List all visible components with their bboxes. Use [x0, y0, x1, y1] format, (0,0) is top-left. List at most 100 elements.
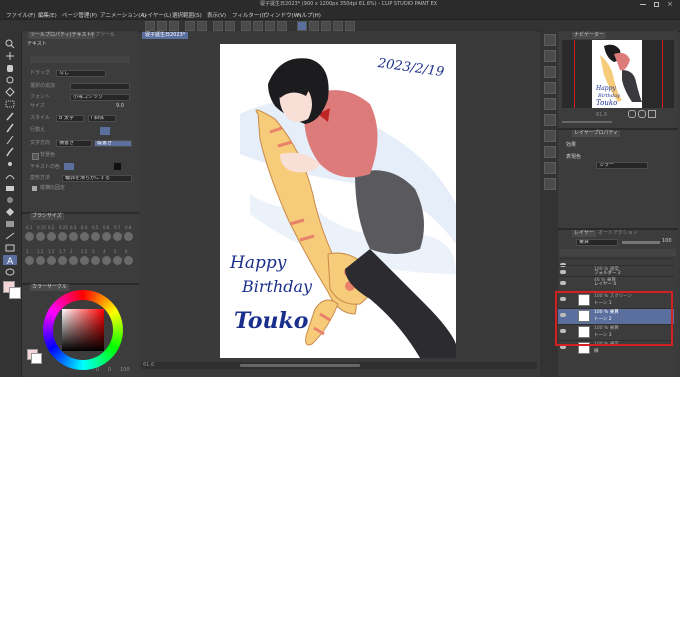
- frame-tool-icon[interactable]: [3, 243, 17, 253]
- navigator-zoom[interactable]: 61.6: [596, 112, 607, 119]
- eraser-tool-icon[interactable]: [3, 183, 17, 193]
- opacity-value[interactable]: 100: [662, 238, 672, 245]
- close-icon[interactable]: ×: [667, 0, 673, 8]
- layer-move-icon[interactable]: [3, 87, 17, 97]
- brush-size-preset[interactable]: [69, 232, 78, 241]
- brush-size-preset[interactable]: [36, 232, 45, 241]
- layer-row[interactable]: 100 % 通常 フォルダー 2: [558, 265, 674, 276]
- open-icon[interactable]: [157, 21, 167, 31]
- snap-ruler-icon[interactable]: [309, 21, 319, 31]
- text-color-swatch[interactable]: [64, 163, 74, 170]
- blend-mode-select[interactable]: 乗算: [576, 239, 618, 246]
- balloon-tool-icon[interactable]: [3, 267, 17, 277]
- color-set-icon[interactable]: [544, 82, 556, 94]
- zoom-out-icon[interactable]: [638, 110, 646, 118]
- brush-size-preset[interactable]: [80, 232, 89, 241]
- antialias-select[interactable]: 輪郭を滑らかにする: [62, 175, 132, 182]
- tab-subtool[interactable]: サブツール: [90, 32, 115, 39]
- rotate-tool-icon[interactable]: [3, 75, 17, 85]
- brush-size-preset[interactable]: [58, 256, 67, 265]
- history-icon[interactable]: [544, 66, 556, 78]
- brush-size-preset[interactable]: [36, 256, 45, 265]
- approximate-color-icon[interactable]: [544, 114, 556, 126]
- brush-size-preset[interactable]: [91, 232, 100, 241]
- clear-icon[interactable]: [213, 21, 223, 31]
- color-history-icon[interactable]: [544, 130, 556, 142]
- brush-size-preset[interactable]: [113, 232, 122, 241]
- fill-icon[interactable]: [225, 21, 235, 31]
- brush-size-preset[interactable]: [58, 232, 67, 241]
- select-tool-icon[interactable]: [3, 99, 17, 109]
- undo-icon[interactable]: [185, 21, 195, 31]
- deselect-icon[interactable]: [265, 21, 275, 31]
- gradient-tool-icon[interactable]: [3, 219, 17, 229]
- redo-icon[interactable]: [197, 21, 207, 31]
- brush-size-preset[interactable]: [102, 256, 111, 265]
- bold-button[interactable]: B 太字: [56, 115, 84, 122]
- animation-cels-icon[interactable]: [544, 178, 556, 190]
- visibility-eye-icon[interactable]: [560, 281, 566, 285]
- fixed-checkbox[interactable]: [32, 186, 37, 191]
- saturation-value-square[interactable]: [62, 309, 104, 351]
- navigator-thumbnail[interactable]: Happy Birthday Touko: [592, 40, 642, 108]
- fill-field[interactable]: [70, 83, 130, 90]
- sub-color-swatch[interactable]: [9, 287, 21, 299]
- tab-tool-property[interactable]: ツールプロパティ(テキスト): [28, 32, 96, 39]
- menu-animation[interactable]: アニメーション(A): [100, 11, 146, 19]
- canvas-tab[interactable]: 寝子誕生日2023*: [142, 32, 189, 39]
- fill-tool-icon[interactable]: [3, 207, 17, 217]
- font-select[interactable]: 小塚ゴシック: [70, 94, 130, 101]
- save-icon[interactable]: [169, 21, 179, 31]
- drag-select[interactable]: なし: [56, 70, 106, 77]
- opacity-slider[interactable]: [622, 241, 660, 244]
- brush-tool-icon[interactable]: [3, 147, 17, 157]
- horizontal-button[interactable]: 横書き: [56, 140, 92, 147]
- menu-help[interactable]: ヘルプ(H): [296, 11, 321, 19]
- menu-view[interactable]: 表示(V): [207, 11, 226, 19]
- pen-tool-icon[interactable]: [3, 123, 17, 133]
- menu-page[interactable]: ページ管理(P): [62, 11, 97, 19]
- italic-button[interactable]: I 斜体: [88, 115, 116, 122]
- layer-row[interactable]: [558, 258, 674, 267]
- brush-size-preset[interactable]: [91, 256, 100, 265]
- move-tool-icon[interactable]: [3, 51, 17, 61]
- tab-navigator[interactable]: ナビゲーター: [572, 32, 607, 39]
- zoom-tool-icon[interactable]: [3, 39, 17, 49]
- quick-access-icon[interactable]: [544, 146, 556, 158]
- size-value[interactable]: 9.0: [116, 103, 124, 110]
- horizontal-scrollbar[interactable]: [240, 364, 360, 367]
- brush-size-preset[interactable]: [47, 232, 56, 241]
- artwork[interactable]: 2023/2/19 Happy Birthday Touko: [220, 44, 456, 358]
- brush-size-preset[interactable]: [80, 256, 89, 265]
- brush-size-preset[interactable]: [113, 256, 122, 265]
- zoom-in-icon[interactable]: [628, 110, 636, 118]
- snap-icon[interactable]: [297, 21, 307, 31]
- new-icon[interactable]: [145, 21, 155, 31]
- menu-layer[interactable]: レイヤー(L): [142, 11, 171, 19]
- snap-perspective-icon[interactable]: [333, 21, 343, 31]
- tab-layer-property[interactable]: レイヤープロパティ: [572, 130, 621, 137]
- blend-tool-icon[interactable]: [3, 195, 17, 205]
- vertical-button[interactable]: 縦書き: [94, 140, 132, 147]
- brush-size-preset[interactable]: [25, 232, 34, 241]
- brush-size-preset[interactable]: [124, 232, 133, 241]
- brush-size-preset[interactable]: [69, 256, 78, 265]
- brush-size-preset[interactable]: [124, 256, 133, 265]
- maximize-icon[interactable]: [654, 2, 659, 7]
- menu-edit[interactable]: 編集(E): [38, 11, 57, 19]
- airbrush-tool-icon[interactable]: [3, 159, 17, 169]
- select-all-icon[interactable]: [253, 21, 263, 31]
- color-sub-swatch[interactable]: [31, 353, 42, 364]
- text-color-black[interactable]: [114, 163, 121, 170]
- tab-layers[interactable]: レイヤー: [572, 230, 596, 237]
- hand-tool-icon[interactable]: [3, 63, 17, 73]
- menu-filter[interactable]: フィルター(I): [232, 11, 265, 19]
- brush-size-preset[interactable]: [25, 256, 34, 265]
- text-tool-icon[interactable]: A: [3, 255, 17, 265]
- zoom-readout[interactable]: 61.6: [143, 362, 154, 369]
- pencil-tool-icon[interactable]: [3, 135, 17, 145]
- layer-search-icon[interactable]: [544, 162, 556, 174]
- tab-brush-size[interactable]: ブラシサイズ: [30, 213, 64, 220]
- visibility-eye-icon[interactable]: [560, 270, 566, 274]
- fit-icon[interactable]: [648, 110, 656, 118]
